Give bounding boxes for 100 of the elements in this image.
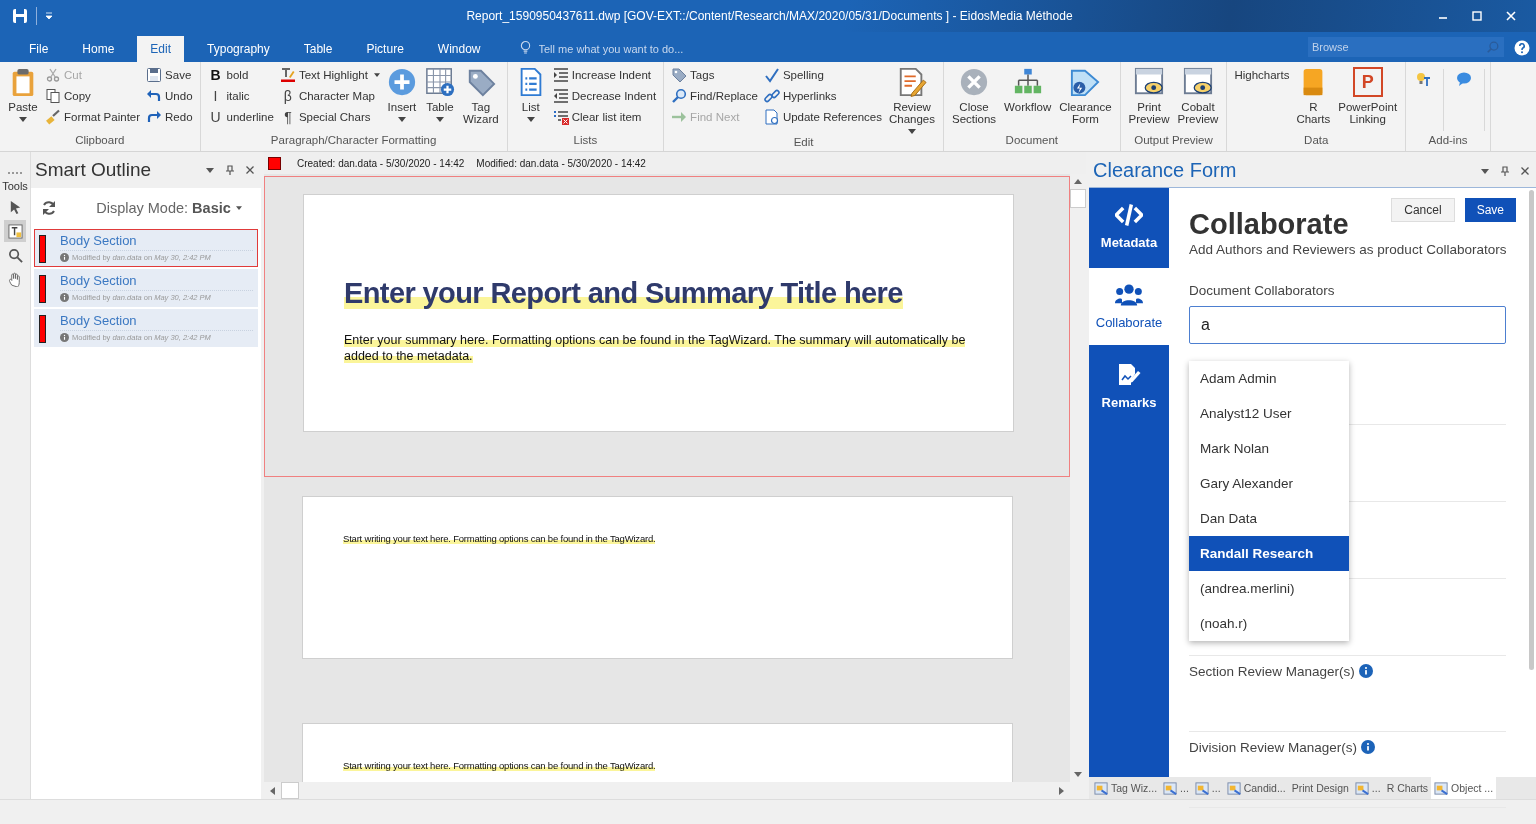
ribbon-button[interactable]: β Character Map	[277, 87, 382, 105]
horizontal-scrollbar[interactable]	[264, 782, 1086, 799]
panel-tab[interactable]: Tag Wiz...	[1091, 777, 1161, 799]
form-heading: Collaborate	[1189, 208, 1349, 241]
ribbon-button[interactable]: Clear list item	[550, 108, 659, 126]
suggestion-item[interactable]: Randall Research	[1189, 536, 1349, 571]
ribbon-button[interactable]: Print Preview	[1125, 65, 1173, 134]
group-label: Document	[1004, 134, 1059, 148]
panel-tab[interactable]: Candid...	[1223, 777, 1289, 799]
ribbon-button[interactable]: Clearance Form	[1056, 65, 1115, 134]
panel-tab[interactable]: ...	[1351, 777, 1384, 799]
ribbon-button[interactable]: B bold	[205, 66, 276, 84]
paintbrush-icon	[45, 109, 61, 125]
ribbon-button[interactable]: Find/Replace	[669, 87, 760, 105]
ribbon-button[interactable]: R Charts	[1293, 65, 1334, 134]
ribbon-button[interactable]: Highcharts	[1232, 66, 1292, 84]
pin-icon[interactable]	[1500, 165, 1510, 176]
collaborators-field[interactable]: a	[1189, 306, 1506, 344]
ribbon-button[interactable]: List	[512, 65, 549, 134]
caret-icon[interactable]	[45, 12, 53, 20]
format-icon: I	[207, 88, 224, 104]
ribbon-button[interactable]: Save	[144, 66, 195, 84]
nav-item[interactable]: Collaborate	[1089, 268, 1169, 345]
cancel-button[interactable]: Cancel	[1391, 198, 1455, 222]
ribbon-button[interactable]: Table	[421, 65, 458, 134]
ribbon-button[interactable]: Update References	[761, 108, 884, 126]
panel-tab[interactable]: ...	[1191, 777, 1224, 799]
close-icon[interactable]	[1520, 165, 1530, 176]
search-icon	[7, 247, 23, 263]
menu-tab[interactable]: Edit	[137, 36, 185, 62]
ribbon-button[interactable]: P PowerPoint Linking	[1335, 65, 1401, 134]
menu-tab[interactable]: File	[12, 36, 66, 62]
right-arrow-icon[interactable]	[1059, 786, 1064, 795]
section-label: Division Review Manager(s)	[1189, 740, 1358, 755]
menu-tab[interactable]: Home	[65, 36, 132, 62]
group-label: Clipboard	[74, 134, 126, 148]
suggestion-item[interactable]: (andrea.merlini)	[1189, 571, 1349, 606]
close-icon[interactable]	[245, 165, 255, 175]
ribbon-button[interactable]: Workflow	[1001, 65, 1055, 134]
ribbon-button[interactable]: Decrease Indent	[550, 87, 659, 105]
ribbon-button[interactable]: Review Changes	[885, 65, 938, 136]
ribbon-button[interactable]: Copy	[43, 87, 143, 105]
plus-circle-icon	[386, 67, 417, 97]
panel-tab[interactable]: Object ...	[1431, 777, 1497, 799]
ribbon-button[interactable]: U underline	[205, 108, 276, 126]
browse-field[interactable]: Browse	[1308, 37, 1504, 57]
tool-button[interactable]	[4, 220, 26, 242]
suggestion-item[interactable]: Gary Alexander	[1189, 466, 1349, 501]
refresh-icon[interactable]	[41, 200, 57, 216]
ribbon-button[interactable]: Tags	[669, 66, 760, 84]
panel-tab[interactable]: Print Design	[1288, 777, 1352, 799]
section-title: Body Section	[60, 233, 253, 251]
info-icon[interactable]	[1361, 740, 1376, 754]
scissors-icon	[45, 67, 61, 83]
info-icon	[60, 333, 69, 342]
ribbon-button[interactable]: Text Highlight	[277, 66, 382, 84]
magnifier-icon	[671, 88, 688, 104]
down-arrow-icon[interactable]	[1074, 772, 1082, 777]
ribbon-button[interactable]: Tag Wizard	[459, 65, 502, 134]
scroll-thumb[interactable]	[1070, 189, 1086, 208]
suggestion-item[interactable]: Dan Data	[1189, 501, 1349, 536]
caret-icon[interactable]	[205, 165, 215, 175]
menu-tab[interactable]: Window	[420, 36, 498, 62]
display-mode-dropdown[interactable]: Display Mode: Basic	[87, 200, 251, 216]
suggestion-item[interactable]: Analyst12 User	[1189, 396, 1349, 431]
ribbon-button[interactable]: Redo	[144, 108, 195, 126]
ribbon-button[interactable]: Undo	[144, 87, 195, 105]
group-label: Edit	[792, 136, 815, 150]
caret-icon	[19, 117, 27, 122]
ribbon-button[interactable]: Cobalt Preview	[1174, 65, 1222, 134]
ribbon-button[interactable]: Insert	[383, 65, 420, 134]
suggestion-item[interactable]: Adam Admin	[1189, 361, 1349, 396]
ribbon-button[interactable]: I italic	[205, 87, 276, 105]
left-arrow-icon[interactable]	[270, 786, 275, 795]
indent-icon	[552, 67, 569, 83]
vertical-scrollbar[interactable]	[1529, 190, 1534, 670]
ribbon-button[interactable]: Increase Indent	[550, 66, 659, 84]
pin-icon[interactable]	[225, 165, 235, 175]
menu-tab[interactable]: Picture	[349, 36, 421, 62]
menu-tab[interactable]: Typography	[190, 36, 287, 62]
ribbon-button[interactable]: ¶ Special Chars	[277, 108, 382, 126]
menu-tab[interactable]: Table	[286, 36, 350, 62]
info-icon[interactable]	[1358, 664, 1373, 678]
up-arrow-icon[interactable]	[1074, 179, 1082, 184]
panel-tab[interactable]: ...	[1160, 777, 1192, 799]
panel-tab[interactable]: R Charts	[1383, 777, 1432, 799]
ribbon-button[interactable]: Hyperlinks	[761, 87, 884, 105]
tell-me-field[interactable]: Tell me what you want to do...	[538, 36, 739, 62]
help-icon[interactable]	[1514, 40, 1530, 56]
suggestion-item[interactable]: (noah.r)	[1189, 606, 1349, 641]
suggestion-item[interactable]: Mark Nolan	[1189, 431, 1349, 466]
ribbon-button[interactable]: Close Sections	[949, 65, 1000, 134]
form-subtitle: Add Authors and Reviewers as product Collaborators	[1189, 242, 1506, 257]
ribbon-button[interactable]: Format Painter	[43, 108, 143, 126]
ribbon-button[interactable]: Paste	[5, 65, 41, 134]
scroll-thumb[interactable]	[281, 782, 299, 799]
maximize-icon[interactable]	[1471, 10, 1483, 22]
ribbon-button[interactable]: Spelling	[761, 66, 884, 84]
caret-icon	[526, 117, 535, 122]
save-button[interactable]: Save	[1464, 198, 1516, 222]
